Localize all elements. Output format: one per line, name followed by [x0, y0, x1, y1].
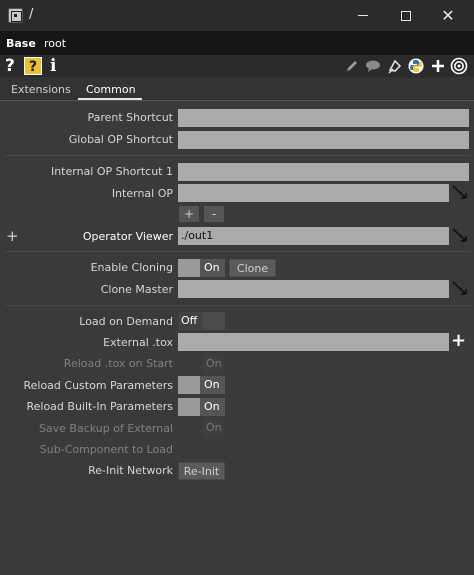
- section-divider: [4, 155, 470, 156]
- internal-op-shortcut-field[interactable]: [178, 163, 469, 181]
- info-icon[interactable]: i: [50, 56, 56, 76]
- minimize-button[interactable]: [343, 0, 383, 31]
- reload-custom-parameters-toggle[interactable]: On: [178, 376, 225, 394]
- parameter-page-tabs: Extensions Common: [0, 77, 474, 101]
- global-op-shortcut-field[interactable]: [178, 131, 469, 149]
- save-backup-label: Save Backup of External: [38, 422, 173, 435]
- clone-master-field[interactable]: [178, 280, 449, 298]
- load-on-demand-toggle[interactable]: Off: [178, 312, 225, 330]
- tab-extensions[interactable]: Extensions: [11, 83, 71, 96]
- operator-name[interactable]: root: [44, 37, 66, 50]
- touchdesigner-app-icon: [8, 8, 23, 23]
- section-divider: [4, 251, 470, 252]
- python-icon[interactable]: [407, 57, 425, 75]
- enable-cloning-label: Enable Cloning: [90, 261, 173, 274]
- parameter-toolbar: ? ? i: [0, 55, 474, 77]
- comment-icon[interactable]: [364, 57, 382, 75]
- operator-viewer-field[interactable]: ./out1: [178, 227, 449, 245]
- clone-master-label: Clone Master: [100, 283, 173, 296]
- clone-master-arrow-icon[interactable]: [451, 280, 469, 298]
- sub-component-to-load-label: Sub-Component to Load: [39, 443, 173, 456]
- pencil-icon[interactable]: [343, 57, 361, 75]
- internal-op-label: Internal OP: [111, 187, 173, 200]
- internal-op-shortcut-label: Internal OP Shortcut 1: [50, 165, 173, 178]
- section-divider: [4, 305, 470, 306]
- reload-builtin-parameters-toggle[interactable]: On: [178, 398, 225, 416]
- operator-type: Base: [6, 37, 36, 50]
- load-on-demand-label: Load on Demand: [79, 315, 173, 328]
- maximize-button[interactable]: [386, 0, 426, 31]
- sequence-add-button[interactable]: +: [179, 206, 199, 222]
- tab-common[interactable]: Common: [86, 83, 136, 96]
- internal-op-field[interactable]: [178, 184, 449, 202]
- enable-cloning-toggle[interactable]: On: [178, 259, 225, 277]
- python-help-icon[interactable]: ?: [24, 57, 42, 75]
- global-op-shortcut-label: Global OP Shortcut: [68, 133, 173, 146]
- close-icon: ✕: [441, 5, 455, 25]
- reload-builtin-parameters-label: Reload Built-In Parameters: [26, 400, 173, 413]
- reinit-button[interactable]: Re-Init: [178, 462, 225, 480]
- external-tox-label: External .tox: [103, 336, 173, 349]
- plus-icon[interactable]: [429, 57, 447, 75]
- parent-shortcut-field[interactable]: [178, 109, 469, 127]
- minimize-icon: [358, 15, 368, 16]
- add-sequence-block-icon[interactable]: +: [6, 227, 19, 245]
- operator-header: Base root: [0, 31, 474, 55]
- operator-viewer-arrow-icon[interactable]: [451, 227, 469, 245]
- operator-viewer-label: Operator Viewer: [82, 230, 173, 243]
- reload-custom-parameters-label: Reload Custom Parameters: [23, 379, 173, 392]
- sequence-remove-button[interactable]: -: [204, 206, 224, 222]
- help-icon[interactable]: ?: [5, 56, 15, 76]
- parent-shortcut-label: Parent Shortcut: [87, 111, 173, 124]
- reload-tox-on-start-label: Reload .tox on Start: [63, 357, 173, 370]
- title-bar: / ✕: [0, 0, 474, 31]
- target-icon[interactable]: [450, 57, 468, 75]
- tab-divider: [0, 100, 474, 101]
- save-backup-toggle[interactable]: On: [202, 419, 225, 437]
- browse-file-plus-icon[interactable]: +: [451, 332, 466, 350]
- window-title: /: [29, 7, 34, 22]
- clone-button[interactable]: Clone: [229, 259, 276, 277]
- external-tox-field[interactable]: [178, 333, 449, 351]
- drag-op-arrow-icon[interactable]: [451, 184, 469, 202]
- close-button[interactable]: ✕: [428, 0, 468, 31]
- reload-tox-on-start-toggle[interactable]: On: [202, 355, 225, 373]
- reinit-network-label: Re-Init Network: [88, 464, 173, 477]
- clone-icon[interactable]: [386, 57, 404, 75]
- maximize-icon: [401, 10, 411, 21]
